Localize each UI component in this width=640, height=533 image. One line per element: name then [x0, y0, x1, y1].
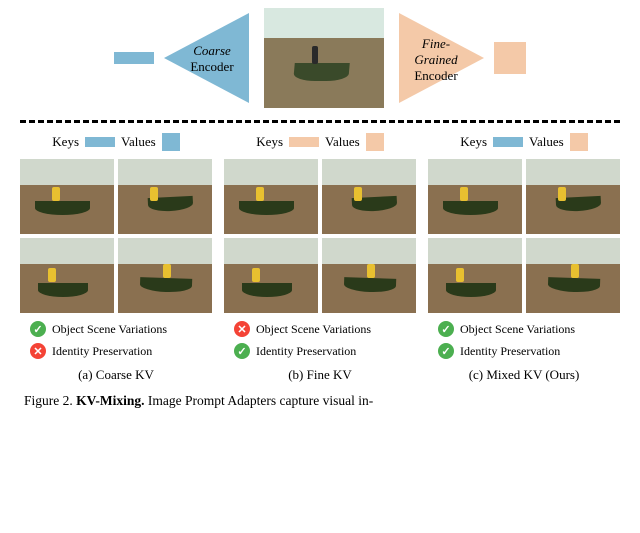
coarse-encoder-group: Coarse Encoder — [114, 13, 249, 103]
kv-header-coarse: Keys Values — [20, 133, 212, 151]
encoder-diagram: Coarse Encoder Fine- Grained Encoder — [20, 8, 620, 108]
sub-caption-a: (a) Coarse KV — [20, 367, 212, 383]
badge-variation: ✕ Object Scene Variations — [234, 321, 371, 337]
badge-variation: ✓ Object Scene Variations — [438, 321, 575, 337]
values-label: Values — [121, 134, 156, 150]
caption-title: KV-Mixing. — [76, 393, 148, 408]
result-image — [20, 159, 114, 234]
fine-label-line3: Encoder — [414, 68, 457, 83]
check-icon: ✓ — [234, 343, 250, 359]
result-image — [526, 238, 620, 313]
keys-label: Keys — [460, 134, 487, 150]
badges-coarse: ✓ Object Scene Variations ✕ Identity Pre… — [20, 321, 212, 359]
check-icon: ✓ — [30, 321, 46, 337]
section-divider — [20, 120, 620, 123]
fine-encoder-group: Fine- Grained Encoder — [399, 13, 526, 103]
column-fine: Keys Values ✕ Object Scene Variations ✓ … — [224, 133, 416, 383]
check-icon: ✓ — [438, 321, 454, 337]
figure-number: Figure 2. — [24, 393, 76, 408]
fine-token-icon — [494, 42, 526, 74]
result-image — [118, 159, 212, 234]
badge-text: Object Scene Variations — [460, 322, 575, 337]
keys-swatch-orange — [289, 137, 319, 147]
fine-label-line2: Grained — [414, 52, 457, 67]
badges-fine: ✕ Object Scene Variations ✓ Identity Pre… — [224, 321, 416, 359]
badge-text: Object Scene Variations — [52, 322, 167, 337]
result-image — [118, 238, 212, 313]
keys-swatch-blue — [493, 137, 523, 147]
values-swatch-orange — [570, 133, 588, 151]
result-image — [526, 159, 620, 234]
sub-caption-c: (c) Mixed KV (Ours) — [428, 367, 620, 383]
badge-identity: ✓ Identity Preservation — [234, 343, 356, 359]
figure-caption: Figure 2. KV-Mixing. Image Prompt Adapte… — [20, 393, 620, 409]
input-image — [264, 8, 384, 108]
badge-variation: ✓ Object Scene Variations — [30, 321, 167, 337]
result-grid-coarse — [20, 159, 212, 313]
values-label: Values — [325, 134, 360, 150]
result-image — [322, 238, 416, 313]
values-swatch-blue — [162, 133, 180, 151]
result-image — [322, 159, 416, 234]
result-image — [224, 159, 318, 234]
values-label: Values — [529, 134, 564, 150]
fine-encoder-label: Fine- Grained Encoder — [406, 36, 466, 84]
badges-mixed: ✓ Object Scene Variations ✓ Identity Pre… — [428, 321, 620, 359]
cross-icon: ✕ — [30, 343, 46, 359]
keys-label: Keys — [256, 134, 283, 150]
caption-body: Image Prompt Adapters capture visual in- — [148, 393, 373, 408]
coarse-label-line2: Encoder — [190, 59, 233, 74]
fine-encoder-shape: Fine- Grained Encoder — [399, 13, 484, 103]
coarse-encoder-label: Coarse Encoder — [182, 43, 242, 75]
result-image — [224, 238, 318, 313]
kv-header-mixed: Keys Values — [428, 133, 620, 151]
badge-text: Identity Preservation — [460, 344, 560, 359]
badge-text: Object Scene Variations — [256, 322, 371, 337]
coarse-token-icon — [114, 52, 154, 64]
column-coarse: Keys Values ✓ Object Scene Variations ✕ … — [20, 133, 212, 383]
coarse-label-line1: Coarse — [193, 43, 231, 58]
kv-header-fine: Keys Values — [224, 133, 416, 151]
result-grid-mixed — [428, 159, 620, 313]
result-grid-fine — [224, 159, 416, 313]
cross-icon: ✕ — [234, 321, 250, 337]
coarse-encoder-shape: Coarse Encoder — [164, 13, 249, 103]
values-swatch-orange — [366, 133, 384, 151]
badge-identity: ✓ Identity Preservation — [438, 343, 560, 359]
figure-2: Coarse Encoder Fine- Grained Encoder — [0, 0, 640, 417]
badge-identity: ✕ Identity Preservation — [30, 343, 152, 359]
result-image — [428, 238, 522, 313]
column-mixed: Keys Values ✓ Object Scene Variations ✓ … — [428, 133, 620, 383]
result-columns: Keys Values ✓ Object Scene Variations ✕ … — [20, 133, 620, 383]
sub-caption-b: (b) Fine KV — [224, 367, 416, 383]
fine-label-line1: Fine- — [422, 36, 450, 51]
result-image — [428, 159, 522, 234]
check-icon: ✓ — [438, 343, 454, 359]
keys-label: Keys — [52, 134, 79, 150]
result-image — [20, 238, 114, 313]
badge-text: Identity Preservation — [256, 344, 356, 359]
keys-swatch-blue — [85, 137, 115, 147]
badge-text: Identity Preservation — [52, 344, 152, 359]
